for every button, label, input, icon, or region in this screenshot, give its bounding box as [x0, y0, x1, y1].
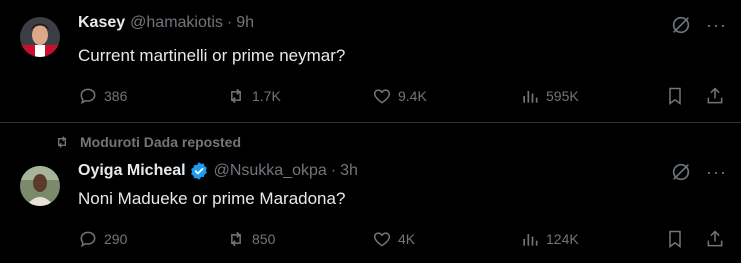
tweet-1-top-actions: ··· — [670, 14, 727, 36]
view-count: 595K — [546, 88, 579, 104]
like-button[interactable]: 9.4K — [372, 86, 427, 106]
view-count: 124K — [546, 231, 579, 247]
bookmark-button[interactable] — [665, 229, 691, 249]
repost-button[interactable]: 850 — [226, 229, 275, 249]
avatar-oyiga[interactable] — [20, 166, 60, 206]
views-button[interactable]: 124K — [520, 229, 579, 249]
tweet-text: Current martinelli or prime neymar? — [78, 46, 346, 65]
timestamp[interactable]: 3h — [340, 162, 358, 180]
tweet-text: Noni Madueke or prime Maradona? — [78, 189, 346, 208]
reply-icon — [80, 231, 96, 248]
share-icon — [707, 230, 723, 247]
bookmark-icon — [669, 87, 681, 105]
tweet-2-actions: 290 850 4K 124K — [0, 229, 741, 251]
share-button[interactable] — [705, 229, 731, 249]
repost-count: 1.7K — [252, 88, 281, 104]
bookmark-icon — [669, 230, 681, 248]
author-name[interactable]: Oyiga Micheal — [78, 162, 186, 180]
share-icon — [707, 87, 723, 104]
repost-label: Moduroti Dada reposted — [80, 134, 242, 150]
reply-button[interactable]: 290 — [78, 229, 127, 249]
tweet-1-header: Kasey @hamakiotis · 9h — [78, 14, 254, 32]
tweet-2-header: Oyiga Micheal @Nsukka_okpa · 3h — [78, 161, 358, 181]
verified-badge-icon — [190, 162, 207, 180]
reply-button[interactable]: 386 — [78, 86, 127, 106]
repost-indicator[interactable]: Moduroti Dada reposted — [54, 134, 241, 150]
reply-icon — [80, 88, 96, 105]
views-button[interactable]: 595K — [520, 86, 579, 106]
author-name[interactable]: Kasey — [78, 14, 125, 32]
more-icon[interactable]: ··· — [706, 162, 727, 183]
grok-icon[interactable] — [670, 161, 692, 183]
author-handle[interactable]: @hamakiotis — [130, 14, 223, 32]
repost-count: 850 — [252, 231, 276, 247]
tweet-1-actions: 386 1.7K 9.4K 595K — [0, 86, 741, 108]
separator: · — [330, 162, 337, 179]
more-icon[interactable]: ··· — [706, 15, 727, 36]
separator: · — [226, 14, 233, 31]
bookmark-button[interactable] — [665, 86, 691, 106]
avatar-kasey[interactable] — [20, 17, 60, 57]
like-button[interactable]: 4K — [372, 229, 415, 249]
like-count: 4K — [398, 231, 416, 247]
grok-icon[interactable] — [670, 14, 692, 36]
repost-icon — [231, 231, 241, 247]
share-button[interactable] — [705, 86, 731, 106]
repost-icon — [231, 88, 241, 104]
repost-button[interactable]: 1.7K — [226, 86, 281, 106]
tweet-2-top-actions: ··· — [670, 161, 727, 183]
reply-count: 290 — [104, 231, 128, 247]
repost-icon — [58, 136, 66, 148]
views-icon — [523, 234, 538, 246]
timestamp[interactable]: 9h — [236, 14, 254, 32]
views-icon — [523, 91, 538, 103]
like-icon — [373, 89, 391, 104]
author-handle[interactable]: @Nsukka_okpa — [214, 162, 327, 180]
like-count: 9.4K — [398, 88, 427, 104]
reply-count: 386 — [104, 88, 128, 104]
like-icon — [373, 232, 391, 247]
